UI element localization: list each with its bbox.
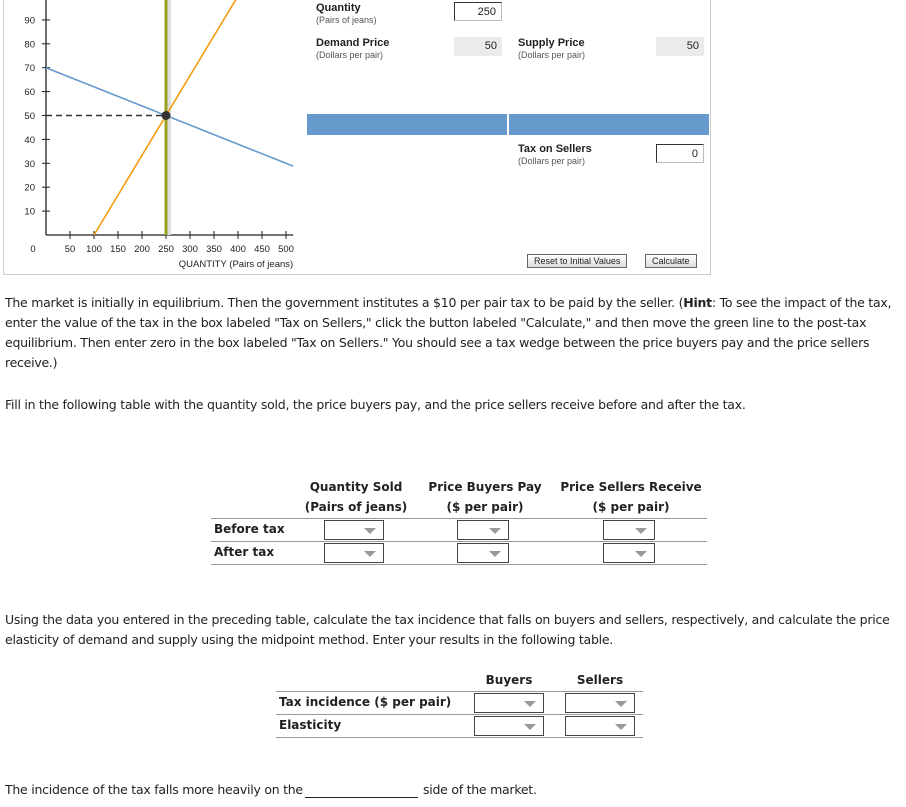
- x-tick-label: 100: [86, 244, 102, 255]
- tax-on-sellers-input[interactable]: 0: [656, 144, 704, 163]
- elasticity-sellers-dropdown[interactable]: [565, 716, 635, 736]
- tax-incidence-sellers-dropdown[interactable]: [565, 693, 635, 713]
- x-tick-label: 250: [158, 244, 174, 255]
- demand-price-sublabel: (Dollars per pair): [316, 50, 384, 60]
- table2-header-buyers: Buyers: [485, 673, 533, 687]
- table2-divider: [276, 691, 643, 692]
- y-tick-label: 40: [24, 135, 35, 146]
- supply-price-sublabel: (Dollars per pair): [518, 50, 586, 60]
- y-tick-label: 50: [24, 111, 35, 122]
- y-tick-label: 60: [24, 87, 35, 98]
- chevron-down-icon: [615, 701, 627, 707]
- table1-instructions: Fill in the following table with the qua…: [5, 397, 746, 412]
- y-tick-label: 80: [24, 39, 35, 50]
- x-tick-label: 300: [182, 244, 198, 255]
- x-axis-label: QUANTITY (Pairs of jeans): [179, 259, 293, 270]
- chevron-down-icon: [489, 528, 501, 534]
- tax-incidence-buyers-dropdown[interactable]: [474, 693, 544, 713]
- header-line2: ($ per pair): [592, 500, 670, 514]
- origin-label: 0: [30, 244, 35, 255]
- header-line2: (Pairs of jeans): [304, 500, 408, 514]
- table1-divider: [211, 518, 707, 519]
- chevron-down-icon: [524, 724, 536, 730]
- header-line1: Quantity Sold: [309, 480, 403, 494]
- chevron-down-icon: [364, 551, 376, 557]
- x-tick-label: 500: [278, 244, 294, 255]
- chevron-down-icon: [635, 551, 647, 557]
- y-tick-label: 10: [24, 207, 35, 218]
- sentence-end: side of the market.: [423, 782, 537, 797]
- quantity-input[interactable]: 250: [454, 2, 502, 21]
- table2-divider: [276, 737, 643, 738]
- row-tax-incidence: Tax incidence ($ per pair): [279, 695, 452, 709]
- table2-instructions: Using the data you entered in the preced…: [5, 612, 890, 647]
- y-tick-label: 90: [24, 15, 35, 26]
- quantity-label: Quantity: [316, 2, 361, 14]
- reset-button[interactable]: Reset to Initial Values: [527, 254, 628, 268]
- table1-divider: [211, 541, 707, 542]
- tax-on-sellers-label: Tax on Sellers: [518, 143, 592, 155]
- after-tax-sellers-receive-dropdown[interactable]: [603, 543, 655, 563]
- table1-divider: [211, 564, 707, 565]
- demand-price-label: Demand Price: [316, 37, 390, 49]
- elasticity-buyers-dropdown[interactable]: [474, 716, 544, 736]
- before-tax-buyers-pay-dropdown[interactable]: [457, 520, 509, 540]
- before-tax-quantity-dropdown[interactable]: [324, 520, 384, 540]
- header-line1: Price Sellers Receive: [560, 480, 702, 494]
- header-line2: ($ per pair): [446, 500, 524, 514]
- y-tick-label: 70: [24, 63, 35, 74]
- row-elasticity: Elasticity: [279, 718, 342, 732]
- supply-price-label: Supply Price: [518, 37, 585, 49]
- table1-header-quantity: Quantity Sold (Pairs of jeans): [300, 477, 412, 517]
- x-tick-label: 450: [254, 244, 270, 255]
- calculate-button[interactable]: Calculate: [645, 254, 697, 268]
- row-before-tax: Before tax: [214, 522, 285, 536]
- after-tax-quantity-dropdown[interactable]: [324, 543, 384, 563]
- sentence-start: The incidence of the tax falls more heav…: [5, 782, 303, 797]
- chevron-down-icon: [364, 528, 376, 534]
- table2-divider: [276, 714, 643, 715]
- header-line1: Price Buyers Pay: [428, 480, 542, 494]
- demand-price-value: 50: [454, 37, 502, 56]
- before-tax-sellers-receive-dropdown[interactable]: [603, 520, 655, 540]
- y-tick-label: 30: [24, 159, 35, 170]
- equilibrium-point: [161, 111, 171, 120]
- incidence-side-blank[interactable]: [305, 797, 418, 798]
- supply-price-value: 50: [656, 37, 704, 56]
- chevron-down-icon: [635, 528, 647, 534]
- x-tick-label: 400: [230, 244, 246, 255]
- x-tick-label: 200: [134, 244, 150, 255]
- quantity-sublabel: (Pairs of jeans): [316, 15, 377, 25]
- instructions-paragraph: The market is initially in equilibrium. …: [5, 293, 905, 373]
- supply-band: [509, 114, 709, 135]
- chevron-down-icon: [615, 724, 627, 730]
- supply-demand-graph[interactable]: 10 20 30 40 50 60 70 80 90 50 100 150 200 250 300 350 40…: [0, 0, 300, 275]
- tax-on-sellers-sublabel: (Dollars per pair): [518, 156, 586, 166]
- row-after-tax: After tax: [214, 545, 275, 559]
- hint-label: Hint: [683, 295, 712, 310]
- table1-header-buyers-pay: Price Buyers Pay ($ per pair): [422, 477, 548, 517]
- demand-band: [307, 114, 507, 135]
- chevron-down-icon: [489, 551, 501, 557]
- table2-header-sellers: Sellers: [576, 673, 624, 687]
- after-tax-buyers-pay-dropdown[interactable]: [457, 543, 509, 563]
- x-tick-label: 150: [110, 244, 126, 255]
- instructions-text-a: The market is initially in equilibrium. …: [5, 295, 684, 310]
- x-tick-label: 350: [206, 244, 222, 255]
- y-tick-label: 20: [24, 183, 35, 194]
- table1-header-sellers-receive: Price Sellers Receive ($ per pair): [555, 477, 707, 517]
- x-tick-label: 50: [65, 244, 76, 255]
- chevron-down-icon: [524, 701, 536, 707]
